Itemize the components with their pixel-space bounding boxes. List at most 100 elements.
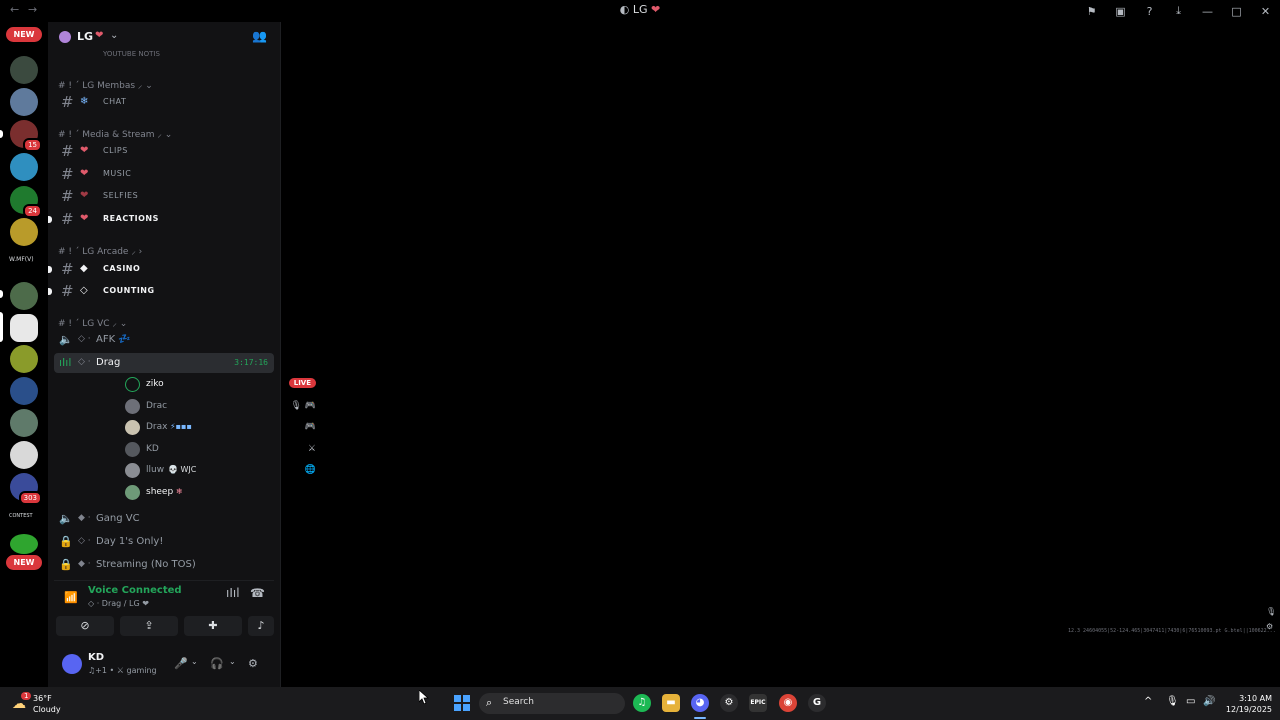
avatar — [125, 485, 140, 500]
selected-server-icon[interactable] — [10, 314, 38, 342]
camera-off-icon[interactable]: ⊘ — [56, 616, 114, 636]
server-icon[interactable] — [10, 153, 38, 181]
avatar — [125, 377, 140, 392]
system-clock[interactable]: 3:10 AM 12/19/2025 — [1222, 693, 1272, 715]
chevron-down-icon[interactable]: ⌄ — [229, 657, 236, 666]
voice-user[interactable]: Drax ⚡▪▪▪ 🎮 — [124, 418, 320, 438]
user-name[interactable]: KD — [88, 652, 104, 663]
channel-label: CLIPS — [103, 146, 128, 155]
server-icon[interactable]: 24 — [10, 186, 42, 218]
voice-channel-drag[interactable]: ıIıl ◇ · Drag 3:17:16 — [54, 353, 274, 373]
start-button[interactable] — [454, 695, 470, 711]
server-icon[interactable] — [10, 409, 38, 437]
microphone-icon[interactable]: 🎤 — [174, 657, 188, 670]
epic-games-icon[interactable]: EPIC — [749, 694, 767, 712]
new-badge-bottom[interactable]: NEW — [6, 555, 42, 570]
steam-icon[interactable]: ⚙ — [720, 694, 738, 712]
headphones-icon[interactable]: 🎧 — [210, 657, 224, 670]
server-icon[interactable]: 15 — [10, 120, 42, 152]
settings-gear-icon[interactable]: ⚙ — [248, 657, 258, 670]
disconnect-icon[interactable]: ☎ — [250, 586, 265, 600]
channel-emoji: ❄ — [80, 96, 89, 107]
chevron-down-icon[interactable]: ⌄ — [110, 30, 118, 41]
settings-gear-icon[interactable]: ⚙ — [1266, 622, 1273, 631]
clock-time: 3:10 AM — [1239, 694, 1272, 703]
channel-counting[interactable]: # ◇ COUNTING — [48, 281, 274, 302]
voice-channel-gang-vc[interactable]: 🔈 ◆ · Gang VC — [54, 509, 274, 529]
display-icon[interactable]: ▭ — [1186, 696, 1195, 707]
new-badge-top[interactable]: NEW — [6, 27, 42, 42]
server-icon[interactable]: 303 — [10, 473, 42, 505]
server-icon[interactable] — [10, 345, 38, 373]
weather-condition: Cloudy — [33, 705, 61, 714]
server-icon[interactable] — [10, 88, 38, 116]
voice-channel-day-1s-only[interactable]: 🔒 ◇ · Day 1's Only! — [54, 532, 274, 552]
voice-user[interactable]: ziko LIVE — [124, 375, 320, 395]
avatar[interactable] — [62, 654, 82, 674]
close-button[interactable]: ✕ — [1251, 5, 1280, 18]
discord-icon[interactable]: ◕ — [691, 694, 709, 712]
download-icon[interactable]: ⤓ — [1164, 4, 1193, 18]
category-lg-arcade[interactable]: # ! ´ LG Arcade ⸝ › — [58, 244, 142, 257]
category-media-stream[interactable]: # ! ´ Media & Stream ⸝ ⌄ — [58, 127, 172, 140]
maximize-button[interactable]: □ — [1222, 5, 1251, 18]
voice-channel-afk[interactable]: 🔈 ◇ · AFK 💤 — [54, 330, 274, 350]
logitech-icon[interactable]: G — [808, 694, 826, 712]
server-header[interactable]: LG ❤ ⌄ 👥 — [48, 22, 280, 52]
soundboard-icon[interactable]: ♪ — [248, 616, 274, 636]
file-explorer-icon[interactable]: ▬ — [662, 694, 680, 712]
user-tag: 💀 WJC — [168, 465, 197, 474]
channel-music[interactable]: # ❤ MUSIC — [54, 164, 274, 185]
help-icon[interactable]: ? — [1135, 5, 1164, 18]
server-icon[interactable] — [10, 441, 38, 469]
activities-icon[interactable]: ✚ — [184, 616, 242, 636]
volume-icon[interactable]: 🔊 — [1203, 696, 1215, 707]
user-status[interactable]: ♫+1 • ⚔ gaming — [88, 666, 157, 675]
voice-channel-streaming[interactable]: 🔒 ◆ · Streaming (No TOS) — [54, 555, 274, 575]
screen-share-icon[interactable]: ⇪ — [120, 616, 178, 636]
microphone-tray-icon[interactable]: 🎙 — [1166, 696, 1179, 707]
channel-name-partial[interactable]: YOUTUBE NOTIS — [103, 50, 160, 58]
channel-clips[interactable]: # ❤ CLIPS — [54, 141, 274, 162]
voice-channel-label: AFK 💤 — [96, 334, 131, 345]
server-icon[interactable] — [10, 282, 38, 310]
minimize-button[interactable]: — — [1193, 5, 1222, 18]
voice-user[interactable]: sheep ❄ — [124, 483, 320, 503]
invite-people-icon[interactable]: 👥 — [252, 29, 267, 43]
server-name: LG — [77, 30, 94, 43]
channel-selfies[interactable]: # ❤ SELFIES — [54, 186, 274, 207]
sleep-emoji: 💤 — [118, 334, 131, 345]
chevron-up-icon[interactable]: ^ — [1144, 696, 1152, 707]
voice-user[interactable]: lluw 💀 WJC 🌐 — [124, 461, 320, 481]
signal-icon[interactable]: 📶 — [64, 591, 78, 604]
server-icon[interactable] — [10, 377, 38, 405]
flag-icon[interactable]: ⚑ — [1077, 5, 1106, 18]
avatar — [125, 463, 140, 478]
noise-suppression-icon[interactable]: ıIıl — [226, 586, 240, 600]
chrome-icon[interactable]: ◉ — [779, 694, 797, 712]
server-icon[interactable] — [10, 218, 38, 246]
category-lg-membas[interactable]: # ! ´ LG Membas ⸝ ⌄ — [58, 78, 153, 91]
category-lg-vc[interactable]: # ! ´ LG VC ⸝ ⌄ — [58, 316, 127, 329]
voice-user[interactable]: KD ⚔ — [124, 440, 320, 460]
microphone-icon[interactable]: 🎙 — [1266, 607, 1276, 616]
channel-reactions[interactable]: # ❤ REACTIONS — [48, 209, 274, 230]
taskbar-search[interactable]: ⌕ Search — [479, 693, 625, 714]
text-server-icon[interactable]: W.MF(V) — [9, 256, 34, 263]
clock-date: 12/19/2025 — [1225, 705, 1272, 714]
weather-widget[interactable]: ☁ 1 36°F Cloudy — [12, 692, 82, 716]
hashtag-icon: # — [61, 260, 74, 278]
voice-status-subtitle[interactable]: ◇ · Drag / LG ❤ — [88, 599, 149, 608]
voice-user[interactable]: Drac 🎙 🎮 — [124, 397, 320, 417]
channel-emoji: ❤ — [80, 190, 89, 201]
server-icon[interactable] — [10, 534, 38, 554]
voice-status-title[interactable]: Voice Connected — [88, 585, 182, 596]
chevron-down-icon[interactable]: ⌄ — [191, 657, 198, 666]
text-server-icon[interactable]: CONTEST — [9, 513, 33, 519]
inbox-icon[interactable]: ▣ — [1106, 5, 1135, 18]
spotify-icon[interactable]: ♫ — [633, 694, 651, 712]
channel-chat[interactable]: # ❄ CHAT — [54, 92, 274, 113]
server-icon[interactable] — [10, 56, 38, 84]
heart-icon: ❤ — [95, 30, 104, 41]
channel-casino[interactable]: # ◆ CASINO — [48, 259, 274, 280]
